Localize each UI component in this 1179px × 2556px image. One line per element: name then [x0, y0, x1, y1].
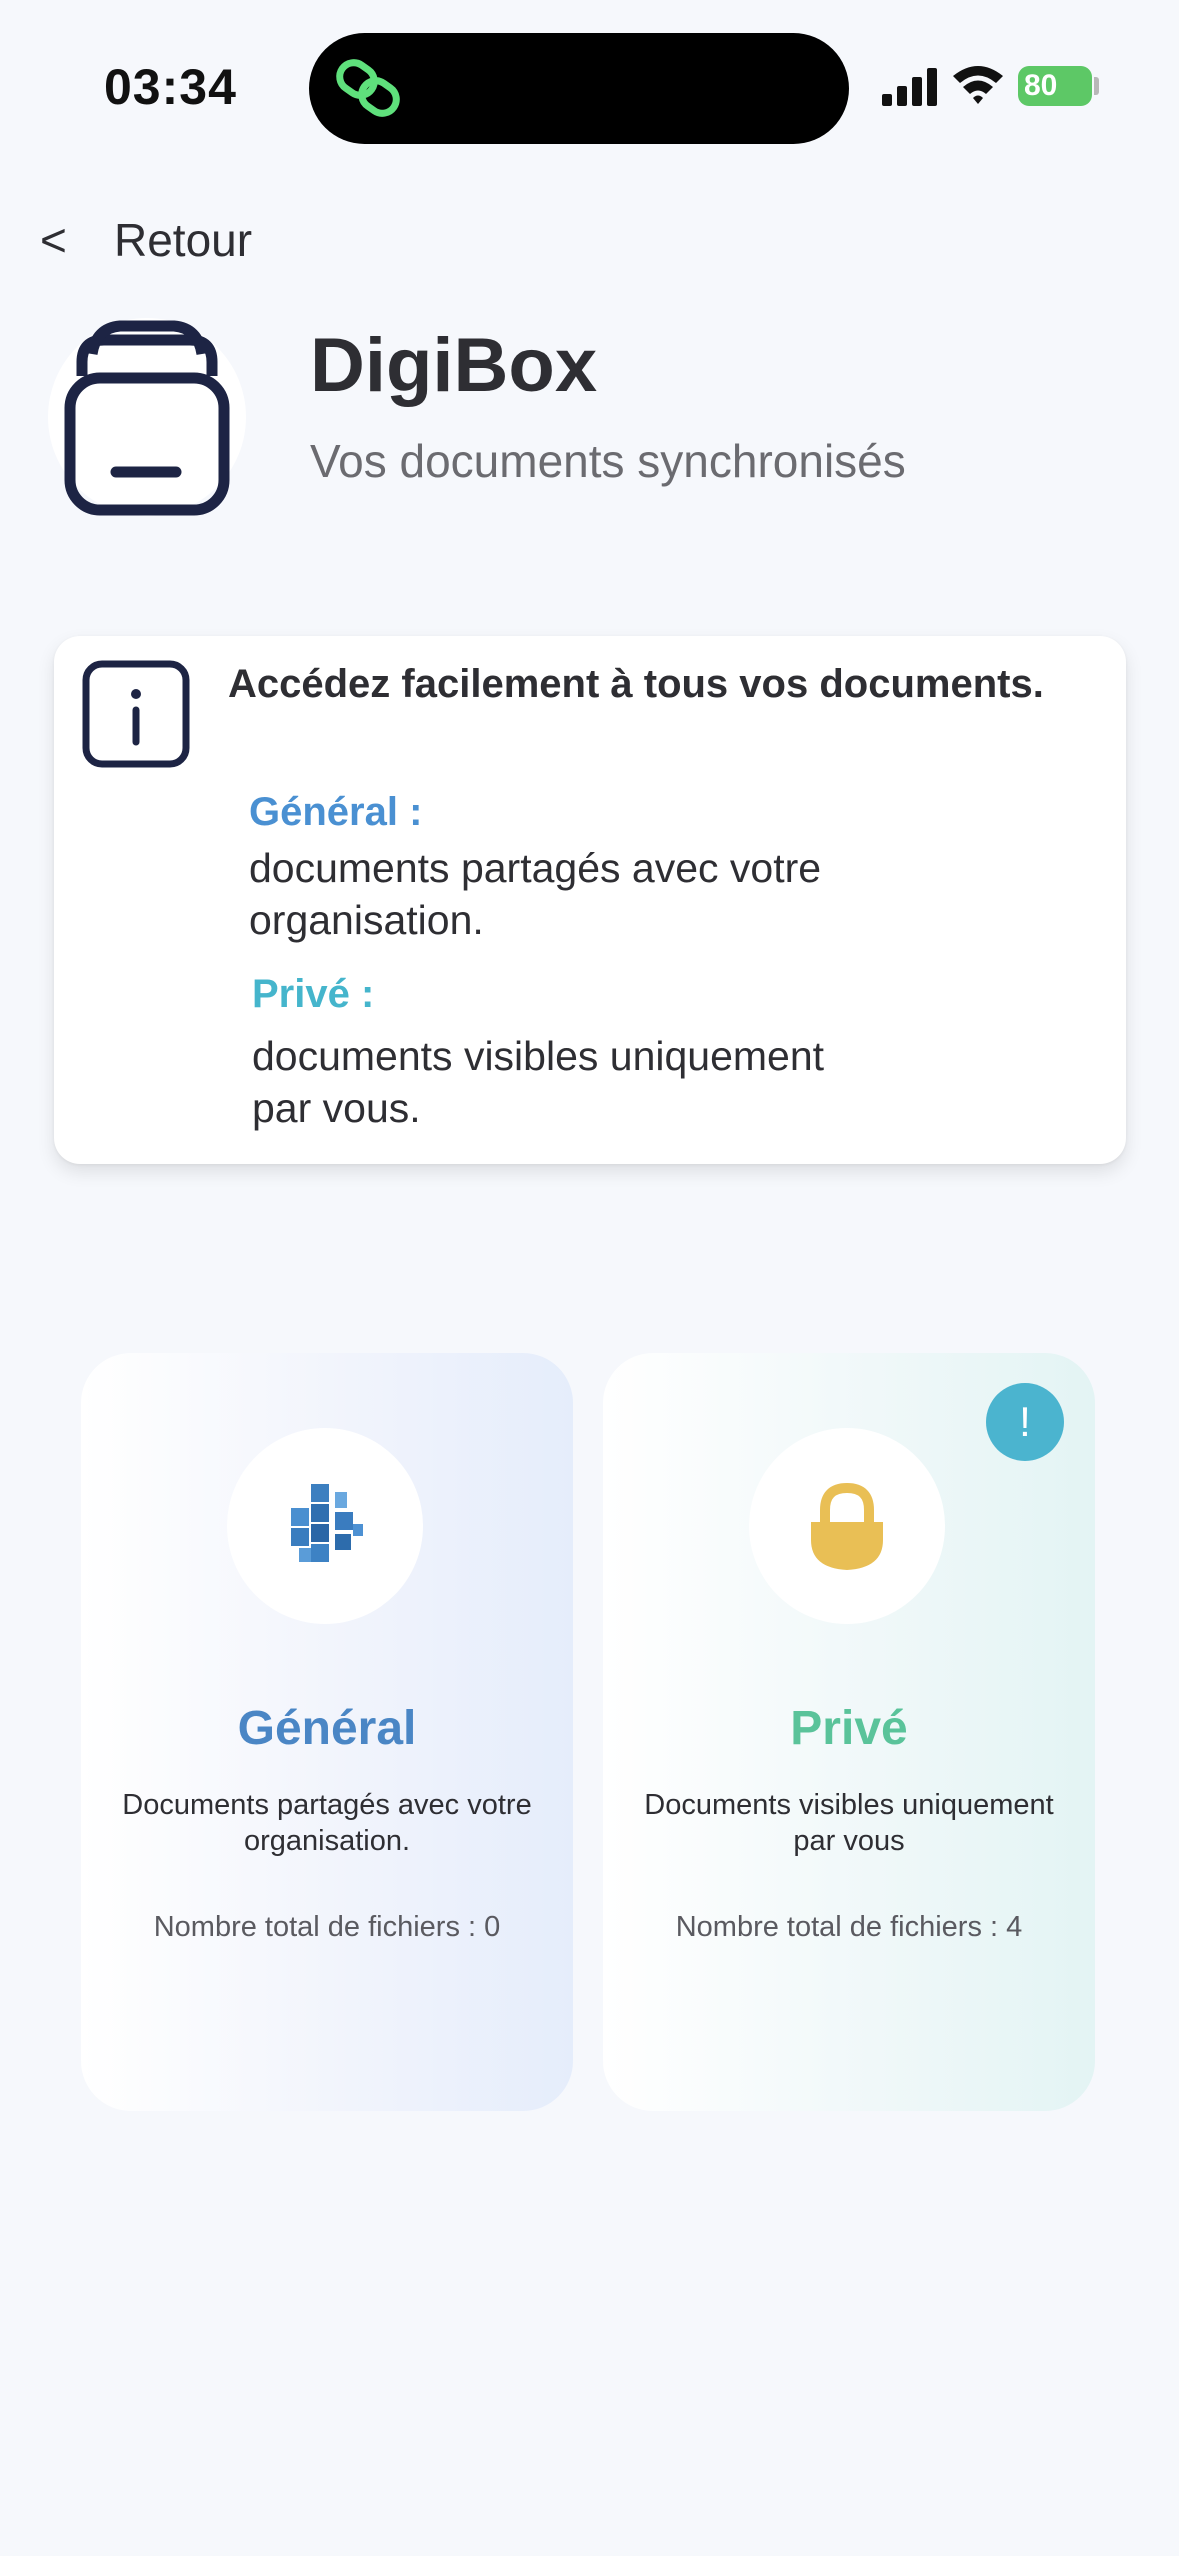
- folder-icon-circle: [227, 1428, 423, 1624]
- page-subtitle: Vos documents synchronisés: [310, 435, 906, 487]
- folder-title: Privé: [790, 1702, 908, 1755]
- back-button[interactable]: < Retour: [40, 210, 252, 270]
- page-title: DigiBox: [310, 323, 598, 408]
- folder-description: Documents visibles uniquement par vous: [644, 1789, 1054, 1857]
- info-general-text: documents partagés avec votre organisati…: [249, 845, 822, 943]
- folder-title: Général: [237, 1702, 417, 1755]
- info-prive-title: Privé :: [252, 972, 375, 1016]
- lock-icon: [811, 1482, 883, 1570]
- back-chevron-icon: <: [40, 214, 67, 266]
- link-chain-icon: [336, 59, 400, 117]
- folder-description: Documents partagés avec votre organisati…: [122, 1789, 532, 1857]
- status-bar: 03:34 80: [0, 0, 1179, 170]
- info-card: Accédez facilement à tous vos documents.…: [54, 636, 1126, 1164]
- status-time: 03:34: [104, 59, 237, 115]
- archive-box-icon: [64, 320, 230, 516]
- folder-card-prive[interactable]: ! Privé Documents visibles uniquement pa…: [603, 1353, 1095, 2111]
- file-count: Nombre total de fichiers : 4: [675, 1911, 1023, 1943]
- battery-indicator: 80: [1018, 66, 1092, 106]
- shared-cubes-icon: [291, 1484, 363, 1562]
- info-general-title: Général :: [249, 790, 423, 834]
- app-logo: [48, 318, 246, 516]
- dynamic-island: [309, 33, 849, 144]
- info-icon: [82, 660, 190, 768]
- cellular-signal-icon: [882, 68, 937, 106]
- folder-icon-circle: [749, 1428, 945, 1624]
- back-label: Retour: [114, 214, 253, 266]
- wifi-icon: [953, 66, 1003, 104]
- info-heading: Accédez facilement à tous vos documents.: [228, 662, 1044, 706]
- battery-level: 80: [1024, 69, 1058, 102]
- info-prive-text: documents visibles uniquement par vous.: [252, 1033, 825, 1131]
- alert-badge[interactable]: !: [986, 1383, 1064, 1461]
- file-count: Nombre total de fichiers : 0: [153, 1911, 501, 1943]
- folder-card-general[interactable]: Général Documents partagés avec votre or…: [81, 1353, 573, 2111]
- battery-tip: [1094, 77, 1099, 95]
